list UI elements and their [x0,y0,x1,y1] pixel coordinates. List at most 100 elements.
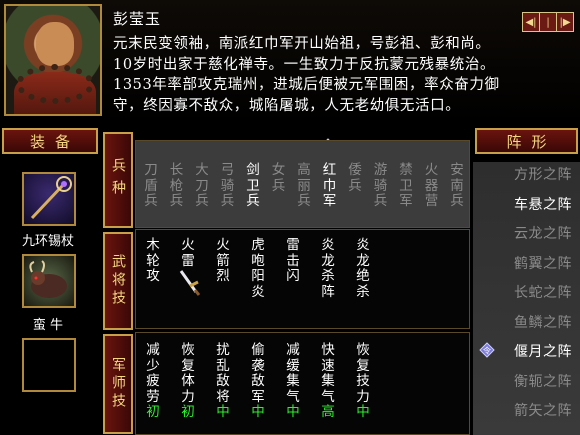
junshi-skill-1[interactable]: 恢复体力初 [180,342,196,421]
equipment-header: 装备 [2,128,98,154]
bio-line: 元末民变领袖，南派红巾军开山始祖，号彭祖、彭和尚。 [113,36,491,52]
bing-skill-label: 女兵 [271,162,286,194]
wujiang-skill-label: 炎龙杀阵 [321,237,335,300]
bing-skill-label: 火器营 [424,162,439,209]
equipment-slot-weapon[interactable] [22,172,76,226]
wujiang-skill-label: 雷击闪 [286,237,300,284]
wujiang-skill-4[interactable]: 雷击闪 [285,237,301,285]
wujiang-skill-label: 木轮攻 [146,237,160,284]
formation-list: 方形之阵车悬之阵云龙之阵鹤翼之阵长蛇之阵鱼鳞之阵偃月之阵 令衡轭之阵箭矢之阵 [473,162,580,435]
junshi-skill-label: 扰乱敌将 [216,342,230,405]
junshi-skill-label: 减缓集气 [286,342,300,405]
junshi-skill-0[interactable]: 减少疲劳初 [145,342,161,421]
bing-skill-label: 禁卫军 [399,162,413,209]
wujiang-skill-label: 炎龙绝杀 [356,237,370,300]
bing-skill-12[interactable]: 安南兵 [449,162,465,210]
junshi-skill-level: 高 [321,404,335,420]
bing-skill-11[interactable]: 火器营 [424,162,440,210]
prev-hero-button[interactable]: ◀| [523,13,540,31]
bing-skill-label: 剑卫兵 [246,162,260,209]
portrait-face [36,22,74,66]
bio-line: 10岁时出家于慈化禅寺。一生致力于反抗蒙元残暴统治。 [113,56,496,73]
equipment-name-mount: 蛮 牛 [32,318,64,333]
bing-skill-5[interactable]: 女兵 [271,162,287,194]
hero-nav-buttons: ◀| | |▶ [522,12,574,32]
ox-icon [29,260,67,298]
tab-troop-types-label: 兵种 [110,158,126,202]
wujiang-skill-label: 虎咆阳炎 [251,237,265,300]
junshi-skill-6[interactable]: 恢复技力中 [355,342,371,421]
junshi-skill-5[interactable]: 快速集气高 [320,342,336,421]
wujiang-skill-3[interactable]: 虎咆阳炎 [250,237,266,300]
formation-item[interactable]: 云龙之阵 [514,223,572,243]
formation-item[interactable]: 鹤翼之阵 [514,253,572,273]
junshi-skill-label: 快速集气 [321,342,335,405]
hero-biography: 元末民变领袖，南派红巾军开山始祖，号彭祖、彭和尚。 10岁时出家于慈化禅寺。一生… [113,34,563,116]
junshi-skill-level: 中 [216,404,230,420]
bing-skill-label: 倭兵 [348,162,362,194]
selected-formation-icon-glyph: 令 [483,346,491,356]
formation-item[interactable]: 衡轭之阵 [514,371,572,391]
junshi-skill-2[interactable]: 扰乱敌将中 [215,342,231,421]
formation-item[interactable]: 鱼鳞之阵 [514,312,572,332]
junshi-skill-level: 初 [146,404,160,420]
hero-bio-panel: 彭莹玉 元末民变领袖，南派红巾军开山始祖，号彭祖、彭和尚。 10岁时出家于慈化禅… [0,0,580,125]
bing-skill-10[interactable]: 禁卫军 [398,162,414,210]
bing-skill-label: 高丽兵 [297,162,311,209]
tab-troop-types[interactable]: 兵种 [103,132,133,228]
formation-item[interactable]: 箭矢之阵 [514,400,572,420]
bing-skill-label: 安南兵 [450,162,464,209]
equipment-slot-mount[interactable] [22,254,76,308]
staff-icon [30,176,72,220]
formation-item[interactable]: 车悬之阵 [514,194,572,214]
formation-header: 阵形 [475,128,578,154]
bing-skill-label: 长枪兵 [169,162,184,209]
bing-skill-0[interactable]: 刀盾兵 [143,162,159,210]
hero-name: 彭莹玉 [113,10,162,28]
formation-panel: 阵形 方形之阵车悬之阵云龙之阵鹤翼之阵长蛇之阵鱼鳞之阵偃月之阵 令衡轭之阵箭矢之阵 [473,128,580,435]
bing-skill-8[interactable]: 倭兵 [347,162,363,194]
bing-skill-label: 大刀兵 [195,162,209,209]
equipment-panel: 九环锡杖 蛮 牛 [0,160,96,435]
junshi-skill-label: 减少疲劳 [146,342,160,405]
wujiang-skill-label: 火箭烈 [216,237,230,284]
wujiang-skill-6[interactable]: 炎龙绝杀 [355,237,371,300]
wujiang-skill-5[interactable]: 炎龙杀阵 [320,237,336,300]
skills-panel: 令 兵种 刀盾兵长枪兵大刀兵弓骑兵剑卫兵女兵高丽兵红巾军倭兵游骑兵禁卫军火器营安… [103,128,470,435]
bing-skill-label: 游骑兵 [373,162,388,209]
strategist-skills-grid: 减少疲劳初恢复体力初扰乱敌将中偷袭敌军中减缓集气中快速集气高恢复技力中 [135,332,470,435]
bing-skill-label: 弓骑兵 [220,162,235,209]
junshi-skill-label: 偷袭敌军 [251,342,265,405]
bing-skill-6[interactable]: 高丽兵 [296,162,312,210]
bing-skill-9[interactable]: 游骑兵 [373,162,389,210]
troop-types-grid: 刀盾兵 长枪兵 大刀兵 弓骑兵 剑卫兵 女兵 高丽兵 红巾军 倭兵 游骑兵 禁卫军 火器营 安南兵 [135,140,470,228]
bing-skill-3[interactable]: 弓骑兵 [220,162,236,210]
junshi-skill-level: 中 [251,404,265,420]
hero-portrait [4,4,102,116]
pause-button[interactable]: | [540,13,557,31]
selected-formation-icon: 令 [479,342,495,358]
junshi-skill-level: 初 [181,404,195,420]
formation-item[interactable]: 长蛇之阵 [514,282,572,302]
junshi-skill-3[interactable]: 偷袭敌军中 [250,342,266,421]
formation-item[interactable]: 方形之阵 [514,164,572,184]
next-hero-button[interactable]: |▶ [557,13,573,31]
equipment-slot-empty[interactable] [22,338,76,392]
sword-cursor-icon [179,270,200,296]
junshi-skill-label: 恢复体力 [181,342,195,405]
wujiang-skill-1[interactable]: 火雷 [180,237,196,269]
wujiang-skill-2[interactable]: 火箭烈 [215,237,231,285]
equipment-name-weapon: 九环锡杖 [21,234,74,249]
portrait-prayer-beads [16,64,94,104]
wujiang-skill-label: 火雷 [181,237,195,269]
bing-skill-4[interactable]: 剑卫兵 [245,162,261,210]
formation-item[interactable]: 偃月之阵 [514,341,572,361]
bing-skill-1[interactable]: 长枪兵 [169,162,185,210]
tab-general-skills[interactable]: 武将技 [103,232,133,330]
junshi-skill-4[interactable]: 减缓集气中 [285,342,301,421]
bing-skill-2[interactable]: 大刀兵 [194,162,210,210]
bing-skill-7[interactable]: 红巾军 [322,162,338,210]
wujiang-skill-0[interactable]: 木轮攻 [145,237,161,285]
tab-strategist-skills[interactable]: 军师技 [103,334,133,434]
junshi-skill-label: 恢复技力 [356,342,370,405]
